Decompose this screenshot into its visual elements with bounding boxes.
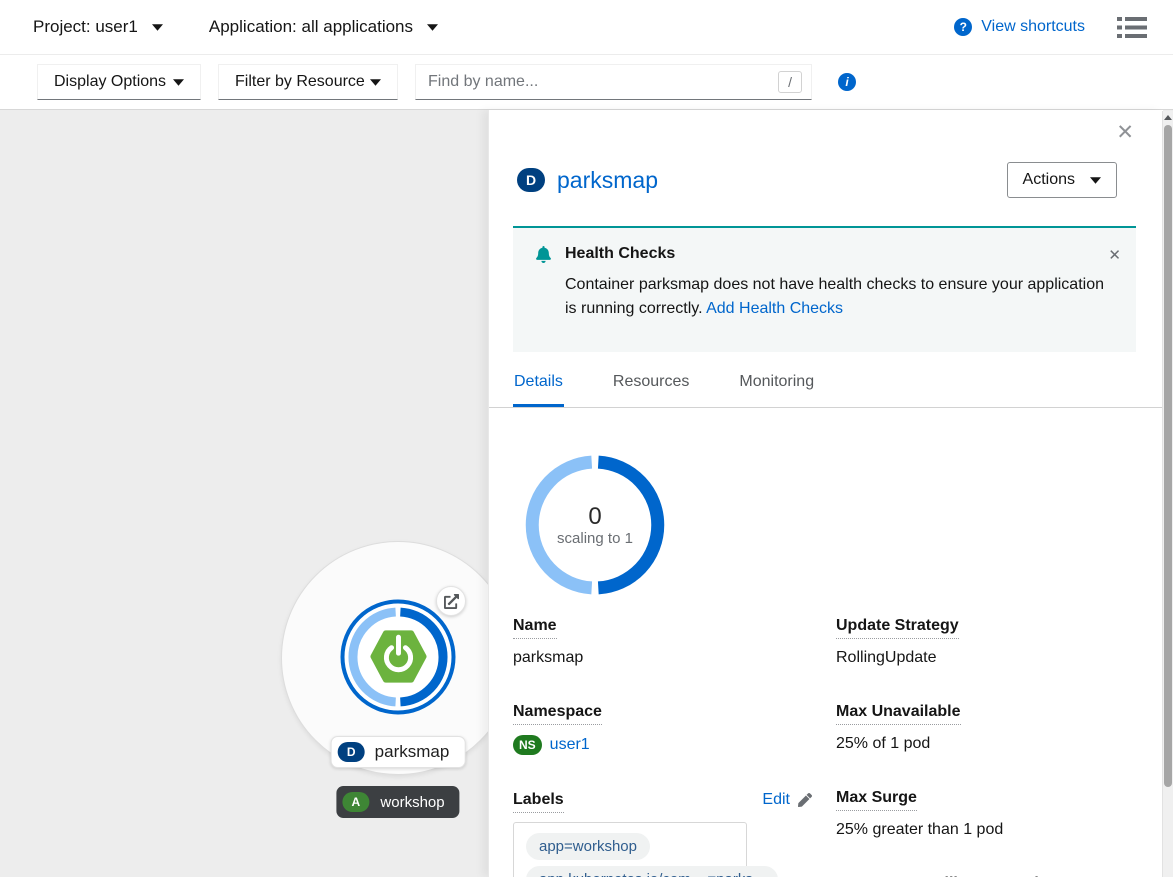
- node-label[interactable]: D parksmap: [331, 736, 466, 768]
- help-icon: ?: [954, 18, 972, 36]
- application-group-label-text: workshop: [380, 794, 444, 811]
- close-icon: ✕: [1108, 247, 1121, 264]
- project-selector[interactable]: Project: user1: [33, 17, 163, 37]
- tab-monitoring[interactable]: Monitoring: [738, 360, 815, 407]
- pencil-icon: [798, 793, 812, 807]
- external-link-icon: [444, 594, 459, 609]
- view-shortcuts-link[interactable]: ? View shortcuts: [954, 18, 1085, 36]
- max-surge-label: Max Surge: [836, 789, 917, 811]
- tab-resources[interactable]: Resources: [612, 360, 690, 407]
- deployment-badge: D: [517, 168, 545, 192]
- chevron-down-icon: [427, 24, 438, 31]
- edit-labels-button[interactable]: Edit: [762, 791, 812, 809]
- display-options-dropdown[interactable]: Display Options: [37, 64, 201, 100]
- update-strategy-label: Update Strategy: [836, 617, 959, 639]
- alert-title: Health Checks: [565, 245, 675, 263]
- labels-header: Labels Edit: [513, 791, 812, 813]
- max-surge-value: 25% greater than 1 pod: [836, 821, 1135, 839]
- field-update-strategy: Update Strategy RollingUpdate: [836, 617, 1135, 667]
- filter-by-resource-dropdown[interactable]: Filter by Resource: [218, 64, 398, 100]
- add-health-checks-link[interactable]: Add Health Checks: [706, 300, 843, 317]
- chevron-down-icon: [1090, 177, 1101, 184]
- alert-close-button[interactable]: ✕: [1108, 246, 1121, 264]
- bell-icon: [535, 246, 552, 263]
- name-label: Name: [513, 617, 557, 639]
- filter-by-resource-label: Filter by Resource: [235, 73, 365, 91]
- topology-node-parksmap[interactable]: [338, 597, 458, 717]
- chevron-down-icon: [173, 79, 184, 86]
- scroll-up-button[interactable]: [1163, 111, 1173, 124]
- close-icon: ✕: [1116, 121, 1134, 144]
- pod-count-value: 0: [588, 504, 601, 530]
- display-options-label: Display Options: [54, 73, 166, 91]
- node-graphic: [338, 597, 458, 717]
- namespace-label: Namespace: [513, 703, 602, 725]
- health-checks-alert: Health Checks ✕ Container parksmap does …: [513, 226, 1136, 352]
- pod-count-status: scaling to 1: [557, 530, 633, 547]
- topology-toolbar: Display Options Filter by Resource / i: [0, 55, 1173, 110]
- donut-center-text: 0 scaling to 1: [525, 455, 665, 595]
- update-strategy-value: RollingUpdate: [836, 649, 1135, 667]
- view-shortcuts-label: View shortcuts: [981, 18, 1085, 36]
- label-chip[interactable]: app.kubernetes.io/com... =parks...: [526, 866, 778, 877]
- label-chip[interactable]: app=workshop: [526, 833, 650, 860]
- application-selector-label: Application: all applications: [209, 17, 413, 37]
- list-icon: [1117, 16, 1147, 39]
- name-value: parksmap: [513, 649, 812, 667]
- details-right-column: Update Strategy RollingUpdate Max Unavai…: [836, 617, 1135, 877]
- alert-body: Container parksmap does not have health …: [565, 273, 1110, 321]
- chevron-down-icon: [370, 79, 381, 86]
- project-selector-label: Project: user1: [33, 17, 138, 37]
- topbar-right-group: ? View shortcuts: [954, 16, 1147, 39]
- alert-header: Health Checks: [535, 245, 1120, 263]
- namespace-value-row: NS user1: [513, 735, 812, 755]
- labels-label: Labels: [513, 791, 564, 813]
- label-chips: app=workshop app.kubernetes.io/com... =p…: [526, 833, 734, 877]
- details-grid: Name parksmap Namespace NS user1 Labels: [513, 617, 1135, 877]
- application-selector[interactable]: Application: all applications: [209, 17, 438, 37]
- application-group-label[interactable]: A workshop: [336, 786, 459, 818]
- context-bar: Project: user1 Application: all applicat…: [0, 0, 1173, 55]
- field-namespace: Namespace NS user1: [513, 703, 812, 755]
- spring-boot-icon: [373, 633, 423, 679]
- actions-dropdown[interactable]: Actions: [1007, 162, 1117, 198]
- namespace-badge: NS: [513, 735, 542, 755]
- find-by-name-input[interactable]: [428, 73, 778, 91]
- field-labels: Labels Edit app=workshop app: [513, 791, 812, 877]
- labels-box: app=workshop app.kubernetes.io/com... =p…: [513, 822, 747, 877]
- application-badge: A: [342, 792, 369, 812]
- panel-tabs: Details Resources Monitoring: [489, 360, 1163, 408]
- panel-scrollbar[interactable]: [1162, 111, 1173, 877]
- actions-dropdown-label: Actions: [1023, 171, 1075, 189]
- side-panel: ✕ D parksmap Actions Health Checks ✕ Con…: [488, 110, 1163, 877]
- namespace-link[interactable]: user1: [550, 736, 590, 754]
- tab-details[interactable]: Details: [513, 360, 564, 407]
- max-unavailable-value: 25% of 1 pod: [836, 735, 1135, 753]
- open-url-decorator[interactable]: [436, 586, 466, 616]
- field-max-unavailable: Max Unavailable 25% of 1 pod: [836, 703, 1135, 753]
- find-by-name-group: /: [415, 64, 812, 100]
- list-view-toggle[interactable]: [1117, 16, 1147, 39]
- resource-title-link[interactable]: parksmap: [557, 167, 658, 194]
- field-max-surge: Max Surge 25% greater than 1 pod: [836, 789, 1135, 839]
- max-unavailable-label: Max Unavailable: [836, 703, 961, 725]
- edit-labels-label: Edit: [762, 791, 790, 809]
- details-tab-content: 0 scaling to 1 Name parksmap Namespace N…: [513, 408, 1135, 877]
- node-label-text: parksmap: [375, 742, 450, 762]
- scrollbar-thumb[interactable]: [1164, 125, 1172, 787]
- details-left-column: Name parksmap Namespace NS user1 Labels: [513, 617, 812, 877]
- openshift-topology-screen: Project: user1 Application: all applicat…: [0, 0, 1173, 877]
- pod-count-donut[interactable]: 0 scaling to 1: [525, 455, 665, 595]
- panel-header: D parksmap Actions: [517, 160, 1117, 200]
- deployment-badge: D: [338, 742, 365, 762]
- slash-shortcut-badge: /: [778, 71, 802, 93]
- info-icon[interactable]: i: [838, 73, 856, 91]
- scroll-up-arrow-icon: [1164, 115, 1172, 120]
- field-name: Name parksmap: [513, 617, 812, 667]
- chevron-down-icon: [152, 24, 163, 31]
- panel-close-button[interactable]: ✕: [1116, 122, 1134, 143]
